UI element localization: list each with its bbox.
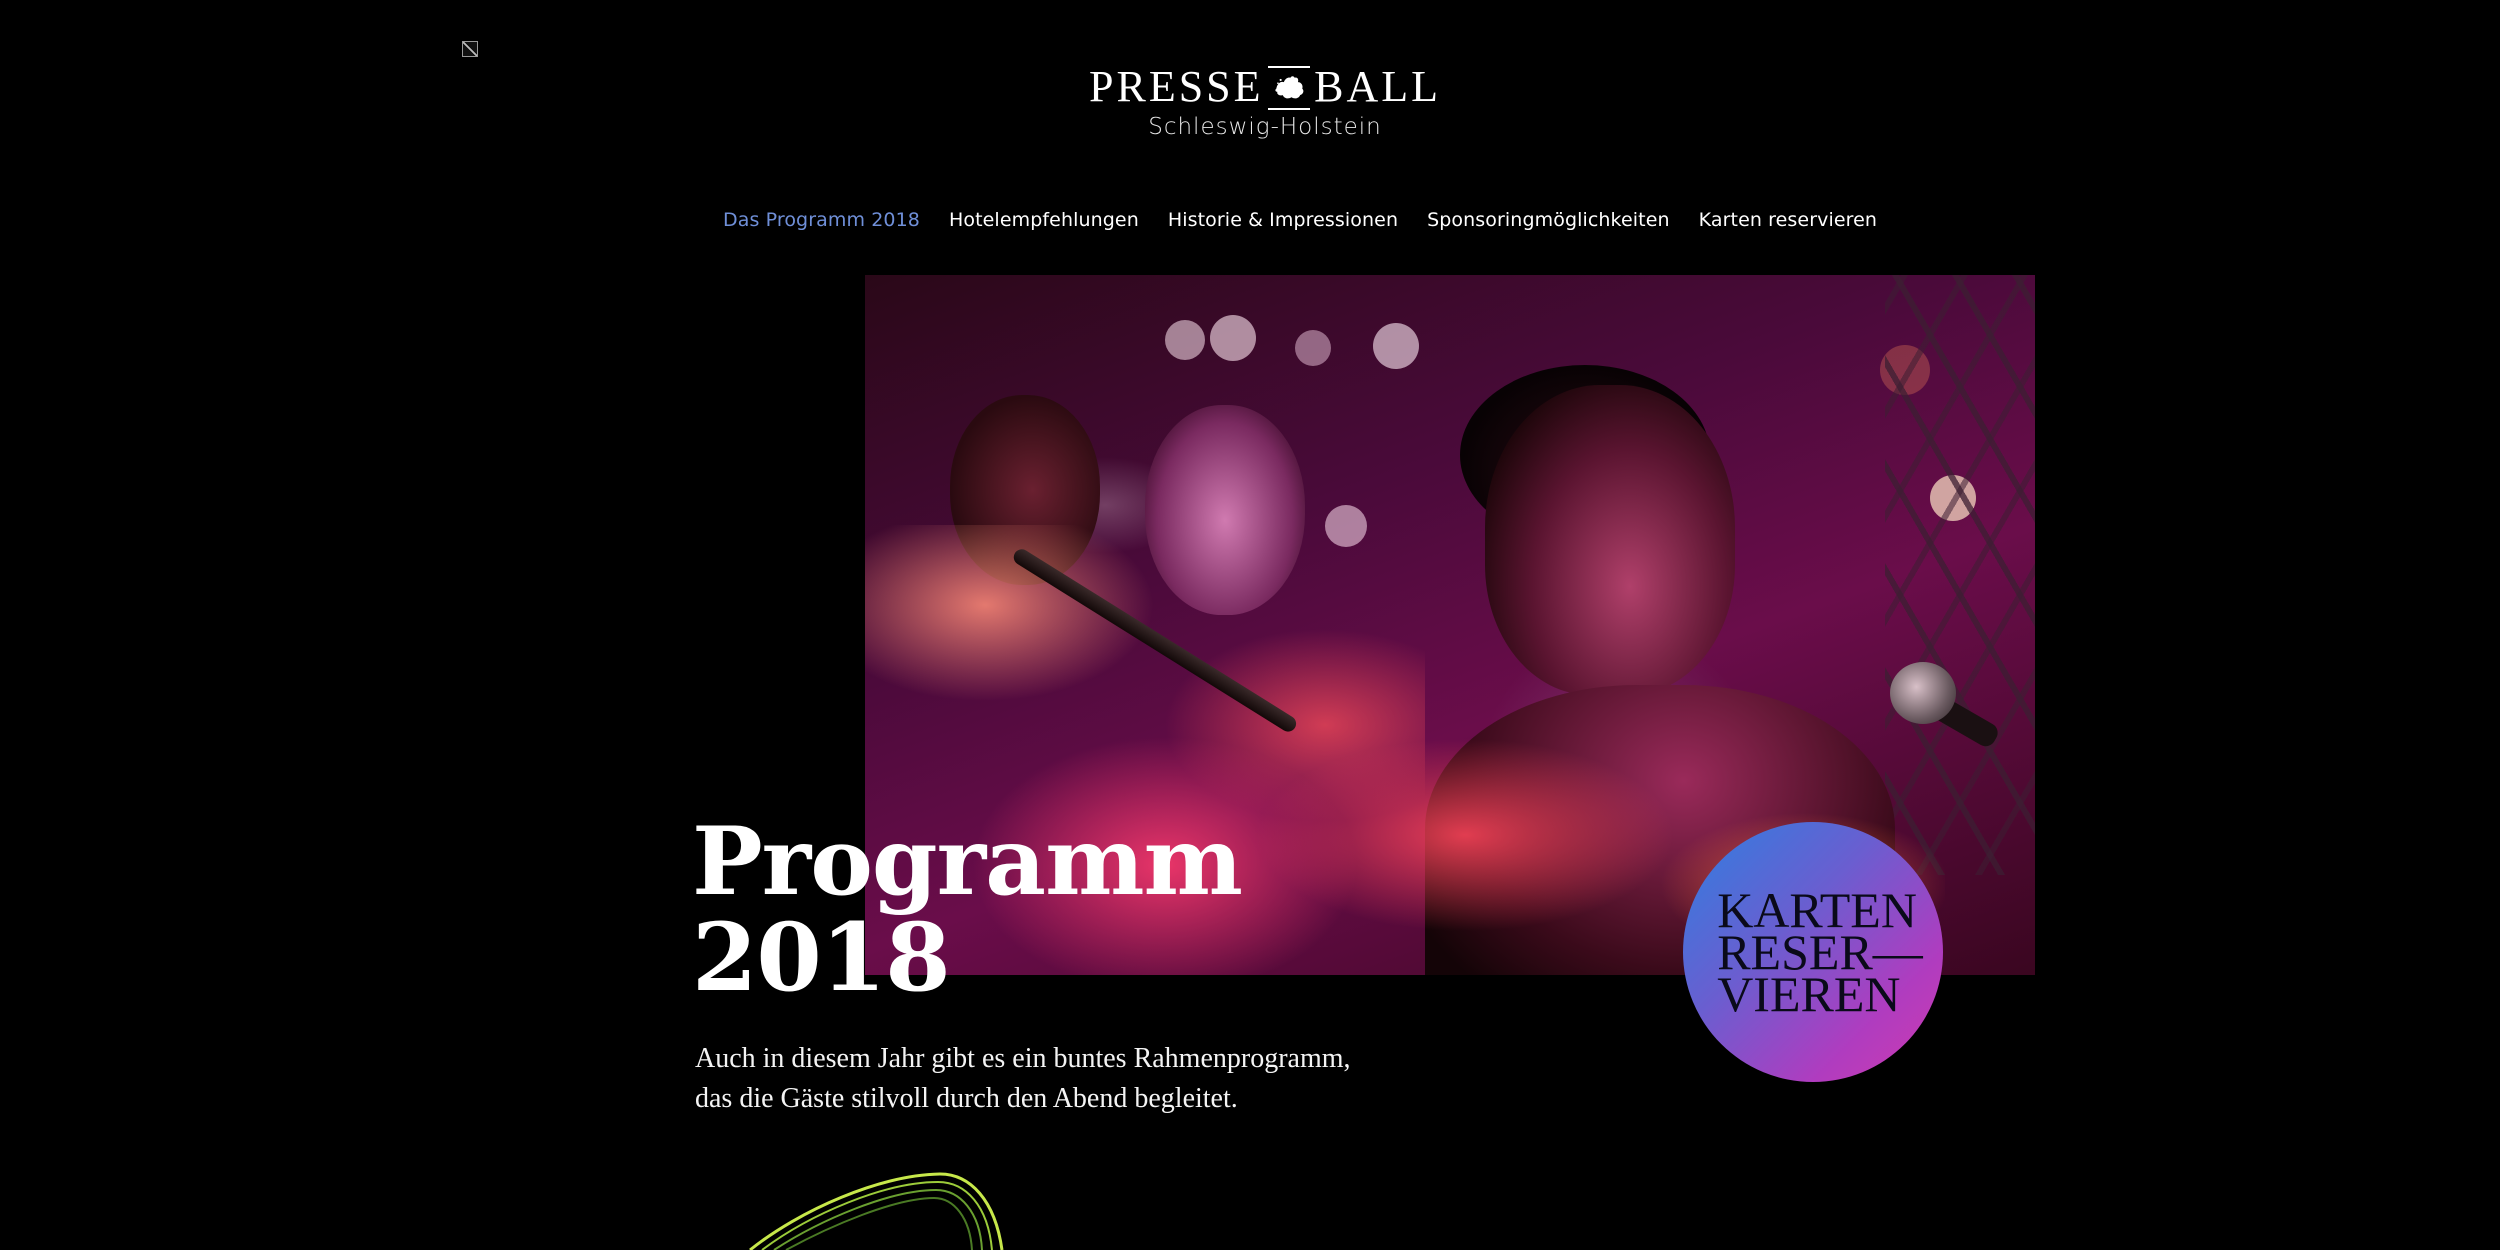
- broken-image-icon: [462, 41, 478, 57]
- singer-figure: [1485, 385, 1735, 695]
- microphone-icon: [1890, 662, 1956, 724]
- site-logo[interactable]: PRESSE BALL Schleswig-Holstein: [1085, 58, 1445, 148]
- logo-wordmark: PRESSE BALL: [1085, 64, 1445, 110]
- decorative-ribbon-graphic: [749, 1172, 1004, 1250]
- cta-line3: VIEREN: [1717, 966, 1901, 1022]
- logo-word-right: BALL: [1310, 64, 1445, 110]
- nav-item-historie[interactable]: Historie & Impressionen: [1168, 206, 1398, 234]
- bokeh-light: [1165, 320, 1205, 360]
- nav-item-sponsoring[interactable]: Sponsoringmöglichkeiten: [1427, 206, 1670, 234]
- page: PRESSE BALL Schleswig-Holstein Das Progr…: [0, 0, 2500, 1250]
- map-emblem-icon: [1274, 76, 1303, 99]
- karten-reservieren-button[interactable]: KARTEN RESER— VIEREN: [1683, 822, 1943, 1082]
- nav-item-programm[interactable]: Das Programm 2018: [723, 206, 920, 234]
- intro-line1: Auch in diesem Jahr gibt es ein buntes R…: [695, 1043, 1351, 1074]
- logo-word-left: PRESSE: [1085, 64, 1268, 110]
- page-title-line2: 2018: [692, 903, 951, 1013]
- bokeh-light: [1295, 330, 1331, 366]
- logo-subtitle: Schleswig-Holstein: [1148, 114, 1382, 140]
- page-title: Programm 2018: [692, 814, 1452, 1006]
- intro-line2: das die Gäste stilvoll durch den Abend b…: [695, 1083, 1238, 1114]
- nav-item-karten[interactable]: Karten reservieren: [1699, 206, 1877, 234]
- cta-label: KARTEN RESER— VIEREN: [1717, 885, 1923, 1022]
- page-title-line1: Programm: [692, 807, 1243, 917]
- bokeh-light: [1373, 323, 1419, 369]
- nav-item-hotelempfehlungen[interactable]: Hotelempfehlungen: [949, 206, 1139, 234]
- main-navigation: Das Programm 2018 Hotelempfehlungen Hist…: [723, 206, 1877, 234]
- bokeh-light: [1210, 315, 1256, 361]
- intro-text: Auch in diesem Jahr gibt es ein buntes R…: [695, 1039, 1475, 1119]
